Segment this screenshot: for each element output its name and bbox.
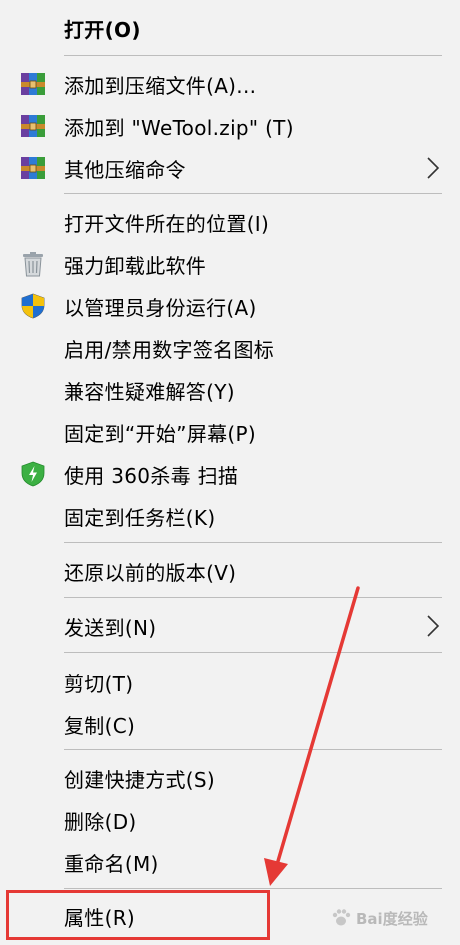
menu-item-pin-start-label: 固定到“开始”屏幕(P)	[64, 421, 256, 446]
menu-item-pin-start[interactable]: 固定到“开始”屏幕(P)	[0, 412, 460, 452]
menu-item-send-to-label: 发送到(N)	[64, 615, 157, 640]
trash-icon	[23, 252, 43, 277]
menu-item-cut-label: 剪切(T)	[64, 671, 134, 696]
menu-separator	[64, 597, 442, 598]
baidu-watermark: Bai度经验	[330, 904, 428, 932]
menu-item-add-archive[interactable]: 添加到压缩文件(A)...	[0, 64, 460, 104]
menu-item-scan-360-label: 使用 360杀毒 扫描	[64, 463, 239, 488]
menu-item-run-as-admin-label: 以管理员身份运行(A)	[64, 295, 257, 320]
winrar-archive-icon	[21, 157, 45, 179]
winrar-archive-icon	[21, 73, 45, 95]
menu-item-rename-label: 重命名(M)	[64, 851, 159, 876]
chevron-right-icon	[427, 615, 440, 637]
menu-separator	[64, 652, 442, 653]
menu-item-run-as-admin[interactable]: 以管理员身份运行(A)	[0, 286, 460, 326]
menu-item-add-zip-label: 添加到 "WeTool.zip" (T)	[64, 115, 294, 140]
menu-item-delete[interactable]: 删除(D)	[0, 800, 460, 840]
menu-item-delete-label: 删除(D)	[64, 809, 137, 834]
menu-item-create-shortcut[interactable]: 创建快捷方式(S)	[0, 758, 460, 798]
winrar-archive-icon	[21, 115, 45, 137]
menu-item-sig-icon-label: 启用/禁用数字签名图标	[64, 337, 275, 362]
menu-separator	[64, 193, 442, 194]
chevron-right-icon	[427, 157, 440, 179]
watermark-text: Bai度经验	[356, 909, 428, 928]
menu-item-scan-360[interactable]: 使用 360杀毒 扫描	[0, 454, 460, 494]
menu-item-pin-taskbar-label: 固定到任务栏(K)	[64, 505, 216, 530]
menu-separator	[64, 55, 442, 56]
menu-item-open-label: 打开(O)	[64, 17, 141, 42]
menu-item-create-shortcut-label: 创建快捷方式(S)	[64, 767, 216, 792]
context-menu: 打开(O) 添加到压缩文件(A)... 添加到 "WeTool.zip" (T)	[0, 0, 460, 945]
menu-item-copy-label: 复制(C)	[64, 713, 136, 738]
menu-item-copy[interactable]: 复制(C)	[0, 704, 460, 744]
uac-shield-icon	[21, 293, 45, 319]
menu-item-other-compress[interactable]: 其他压缩命令	[0, 148, 460, 188]
menu-item-open[interactable]: 打开(O)	[0, 8, 460, 48]
menu-item-restore-versions[interactable]: 还原以前的版本(V)	[0, 551, 460, 591]
menu-item-open-location[interactable]: 打开文件所在的位置(I)	[0, 202, 460, 242]
menu-separator	[64, 749, 442, 750]
menu-item-open-location-label: 打开文件所在的位置(I)	[64, 211, 270, 236]
paw-logo-icon	[332, 909, 351, 926]
menu-item-add-zip[interactable]: 添加到 "WeTool.zip" (T)	[0, 106, 460, 146]
menu-item-cut[interactable]: 剪切(T)	[0, 662, 460, 702]
menu-separator	[64, 888, 442, 889]
menu-item-force-uninstall-label: 强力卸载此软件	[64, 253, 207, 278]
menu-item-compat-label: 兼容性疑难解答(Y)	[64, 379, 235, 404]
menu-item-restore-versions-label: 还原以前的版本(V)	[64, 560, 237, 585]
menu-item-rename[interactable]: 重命名(M)	[0, 842, 460, 882]
highlight-box	[6, 890, 270, 940]
menu-separator	[64, 542, 442, 543]
menu-item-other-compress-label: 其他压缩命令	[64, 157, 186, 182]
menu-item-compat[interactable]: 兼容性疑难解答(Y)	[0, 370, 460, 410]
menu-item-add-archive-label: 添加到压缩文件(A)...	[64, 73, 257, 98]
menu-item-pin-taskbar[interactable]: 固定到任务栏(K)	[0, 496, 460, 536]
menu-item-sig-icon[interactable]: 启用/禁用数字签名图标	[0, 328, 460, 368]
360-antivirus-icon	[21, 461, 45, 487]
menu-item-send-to[interactable]: 发送到(N)	[0, 606, 460, 646]
menu-item-force-uninstall[interactable]: 强力卸载此软件	[0, 244, 460, 284]
